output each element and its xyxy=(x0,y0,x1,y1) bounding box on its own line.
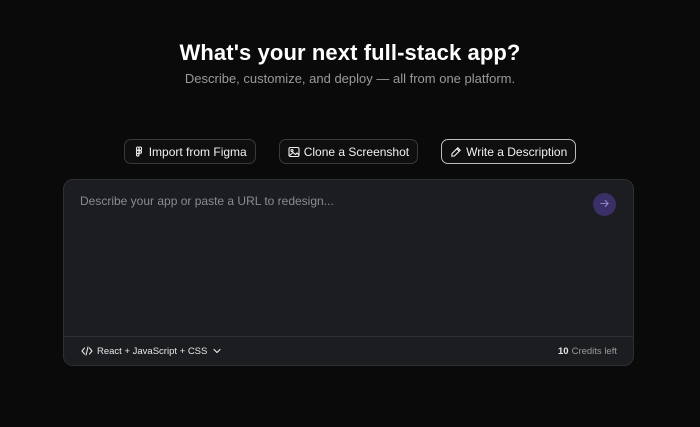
credits-label: Credits left xyxy=(571,345,617,357)
prompt-input[interactable] xyxy=(80,192,580,342)
figma-icon xyxy=(133,145,145,158)
tech-stack-label: React + JavaScript + CSS xyxy=(97,345,208,357)
import-from-figma-label: Import from Figma xyxy=(148,144,247,159)
tech-stack-select[interactable]: React + JavaScript + CSS xyxy=(81,346,223,357)
input-mode-selector: Import from Figma Clone a Screenshot Wri… xyxy=(0,139,700,164)
credits-indicator: 10 Credits left xyxy=(558,346,617,357)
import-from-figma-button[interactable]: Import from Figma xyxy=(123,139,256,164)
write-description-button[interactable]: Write a Description xyxy=(441,139,577,164)
prompt-card: React + JavaScript + CSS 10Credits left xyxy=(63,179,634,366)
hero-title: What's your next full-stack app? xyxy=(179,40,521,65)
hero-subtitle: Describe, customize, and deploy — all fr… xyxy=(184,71,516,86)
code-icon xyxy=(81,346,93,356)
pencil-icon xyxy=(450,146,462,158)
write-description-label: Write a Description xyxy=(466,144,568,159)
image-icon xyxy=(288,146,300,158)
clone-screenshot-button[interactable]: Clone a Screenshot xyxy=(278,139,419,164)
prompt-card-footer: React + JavaScript + CSS 10 Credits left xyxy=(64,336,633,365)
clone-screenshot-label: Clone a Screenshot xyxy=(303,144,410,159)
credits-count: 10 xyxy=(558,345,569,357)
page: What's your next full-stack app? Describ… xyxy=(0,0,700,427)
submit-button[interactable] xyxy=(593,193,616,216)
chevron-down-icon xyxy=(211,346,223,356)
arrow-right-icon xyxy=(599,197,610,212)
